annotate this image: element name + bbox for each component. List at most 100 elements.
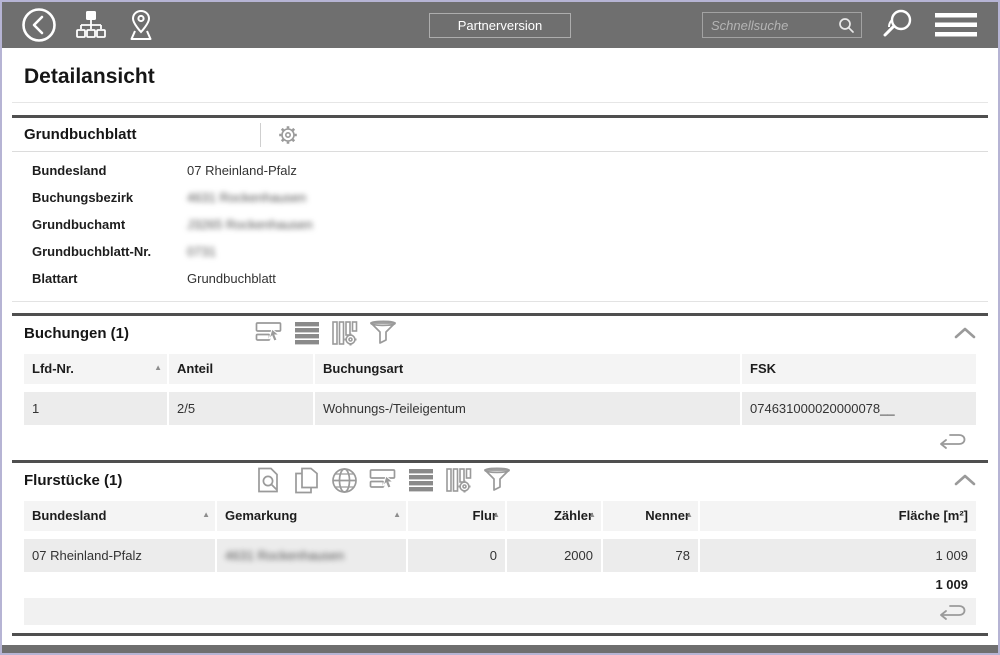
list-view-button[interactable]	[292, 320, 321, 347]
column-header-nenner[interactable]: Nenner ▲	[601, 501, 698, 531]
filter-button[interactable]	[368, 320, 397, 347]
return-arrow-icon	[938, 603, 966, 620]
sort-asc-icon: ▲	[685, 501, 693, 530]
field-label: Buchungsbezirk	[32, 190, 187, 205]
quick-search-box[interactable]	[702, 12, 862, 38]
field-row: Bundesland 07 Rheinland-Pfalz	[12, 157, 988, 184]
flurstuecke-table: Bundesland ▲ Gemarkung ▲ Flur ▲ Zähler ▲	[24, 501, 976, 572]
table-header-row: Lfd-Nr. ▲ Anteil Buchungsart FSK	[24, 354, 976, 384]
field-value-redacted: J3265 Rockenhausen	[187, 217, 313, 232]
preview-document-button[interactable]	[254, 467, 283, 494]
field-value: Grundbuchblatt	[187, 271, 276, 286]
filter-icon	[483, 467, 511, 493]
search-icon[interactable]	[838, 17, 855, 34]
field-row: Grundbuchblatt-Nr. 0731	[12, 238, 988, 265]
cell-lfdnr: 1	[24, 392, 167, 425]
collapse-buchungen-button[interactable]	[954, 322, 976, 344]
field-row: Blattart Grundbuchblatt	[12, 265, 988, 292]
collapse-flurstuecke-button[interactable]	[954, 469, 976, 491]
reset-button[interactable]	[938, 432, 966, 449]
divider	[260, 123, 261, 147]
table-row[interactable]: 07 Rheinland-Pfalz 4631 Rockenhausen 0 2…	[24, 539, 976, 572]
sort-asc-icon: ▲	[588, 501, 596, 530]
field-value: 07 Rheinland-Pfalz	[187, 163, 297, 178]
column-header-buchungsart[interactable]: Buchungsart	[313, 354, 740, 384]
back-icon	[20, 6, 58, 44]
sort-asc-icon: ▲	[202, 501, 210, 530]
cell-zaehler: 2000	[505, 539, 601, 572]
search-input[interactable]	[711, 18, 838, 33]
field-label: Grundbuchblatt-Nr.	[32, 244, 187, 259]
table-row[interactable]: 1 2/5 Wohnungs-/Teileigentum 07463100002…	[24, 392, 976, 425]
bottom-bar	[2, 645, 998, 653]
settings-button[interactable]	[275, 122, 301, 148]
grundbuchblatt-fields: Bundesland 07 Rheinland-Pfalz Buchungsbe…	[12, 152, 988, 302]
column-header-zaehler[interactable]: Zähler ▲	[505, 501, 601, 531]
select-rows-icon	[369, 467, 397, 493]
return-arrow-icon	[938, 432, 966, 449]
reset-button[interactable]	[938, 603, 966, 620]
column-settings-icon	[445, 467, 473, 493]
cell-nenner: 78	[601, 539, 698, 572]
section-title-grundbuchblatt: Grundbuchblatt	[24, 126, 260, 143]
field-value-redacted: 4631 Rockenhausen	[187, 190, 306, 205]
column-header-gemarkung[interactable]: Gemarkung ▲	[215, 501, 406, 531]
map-location-button[interactable]	[124, 8, 158, 42]
list-view-icon	[294, 320, 320, 346]
column-settings-button[interactable]	[444, 467, 473, 494]
field-row: Buchungsbezirk 4631 Rockenhausen	[12, 184, 988, 211]
cell-flaeche: 1 009	[698, 539, 976, 572]
select-rows-icon	[255, 320, 283, 346]
column-header-anteil[interactable]: Anteil	[167, 354, 313, 384]
column-header-bundesland[interactable]: Bundesland ▲	[24, 501, 215, 531]
section-eigentuemeranteile: Eigentümeranteile (2)	[12, 633, 988, 645]
app-window: Partnerversion	[0, 0, 1000, 655]
chevron-up-icon	[954, 326, 976, 340]
buchungen-table: Lfd-Nr. ▲ Anteil Buchungsart FSK 1 2/5 W…	[24, 354, 976, 425]
cell-bundesland: 07 Rheinland-Pfalz	[24, 539, 215, 572]
sitemap-icon	[74, 8, 108, 42]
flaeche-sum: 1 009	[24, 572, 976, 598]
select-rows-button[interactable]	[254, 320, 283, 347]
cell-flur: 0	[406, 539, 505, 572]
section-title-buchungen: Buchungen (1)	[24, 325, 254, 342]
select-rows-button[interactable]	[368, 467, 397, 494]
cell-buchungsart: Wohnungs-/Teileigentum	[313, 392, 740, 425]
column-header-flaeche[interactable]: Fläche [m²]	[698, 501, 976, 531]
menu-icon	[934, 11, 978, 39]
column-header-lfdnr[interactable]: Lfd-Nr. ▲	[24, 354, 167, 384]
back-button[interactable]	[20, 6, 58, 44]
main-content: Detailansicht Grundbuchblatt	[2, 48, 998, 645]
partnerversion-button[interactable]: Partnerversion	[429, 13, 571, 38]
preview-document-icon	[256, 467, 282, 494]
cell-anteil: 2/5	[167, 392, 313, 425]
filter-button[interactable]	[482, 467, 511, 494]
filter-icon	[369, 320, 397, 346]
list-view-icon	[408, 467, 434, 493]
field-label: Blattart	[32, 271, 187, 286]
advanced-search-icon	[880, 7, 916, 43]
section-title-flurstuecke: Flurstücke (1)	[24, 472, 254, 489]
gear-icon	[276, 123, 300, 147]
globe-icon	[331, 467, 358, 494]
top-navigation-bar: Partnerversion	[2, 2, 998, 48]
sort-asc-icon: ▲	[492, 501, 500, 530]
column-header-flur[interactable]: Flur ▲	[406, 501, 505, 531]
field-label: Bundesland	[32, 163, 187, 178]
column-header-fsk[interactable]: FSK	[740, 354, 976, 384]
menu-button[interactable]	[934, 11, 978, 39]
sort-asc-icon: ▲	[154, 354, 162, 383]
advanced-search-button[interactable]	[880, 7, 916, 43]
chevron-up-icon	[954, 473, 976, 487]
sitemap-button[interactable]	[74, 8, 108, 42]
column-settings-button[interactable]	[330, 320, 359, 347]
globe-button[interactable]	[330, 467, 359, 494]
table-header-row: Bundesland ▲ Gemarkung ▲ Flur ▲ Zähler ▲	[24, 501, 976, 531]
sort-asc-icon: ▲	[393, 501, 401, 530]
copy-icon	[294, 467, 319, 494]
list-view-button[interactable]	[406, 467, 435, 494]
copy-button[interactable]	[292, 467, 321, 494]
cell-fsk: 074631000020000078__	[740, 392, 976, 425]
page-title: Detailansicht	[24, 65, 976, 89]
section-buchungen: Buchungen (1)	[12, 313, 988, 454]
